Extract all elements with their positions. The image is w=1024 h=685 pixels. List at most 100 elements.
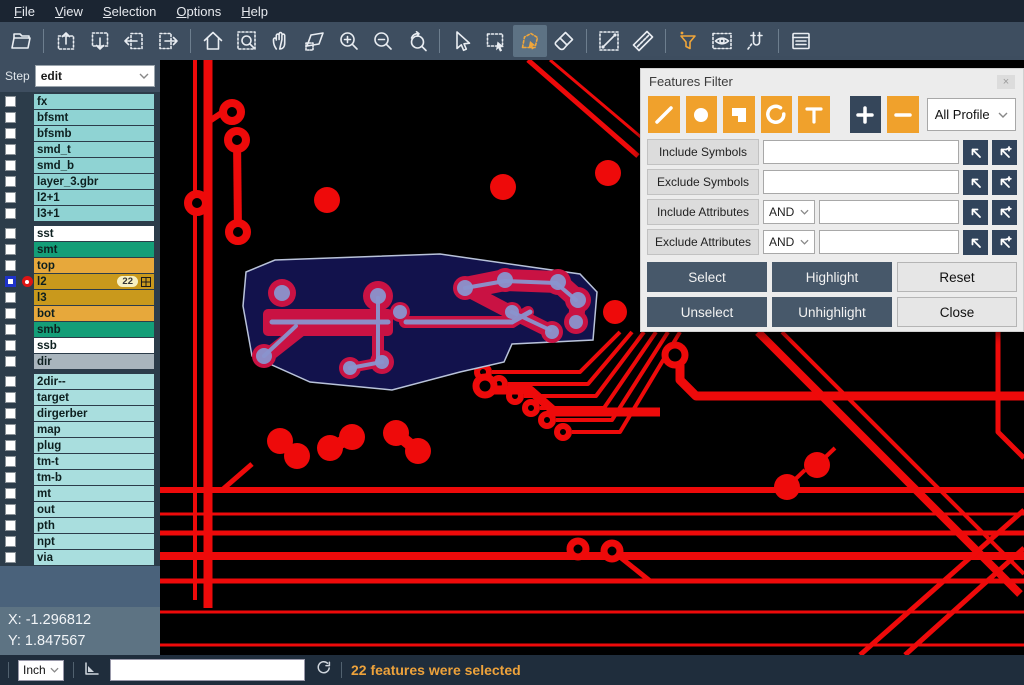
layer-name[interactable]: sst bbox=[34, 226, 154, 241]
dialog-title-bar[interactable]: Features Filter × bbox=[641, 69, 1023, 94]
home-view-button[interactable] bbox=[196, 25, 230, 57]
rect-select-button[interactable] bbox=[479, 25, 513, 57]
highlight-button[interactable]: Highlight bbox=[772, 262, 892, 292]
filter-add-mode-button[interactable] bbox=[850, 96, 882, 133]
layer-name[interactable]: mt bbox=[34, 486, 154, 501]
menu-selection[interactable]: Selection bbox=[93, 4, 166, 19]
filter-arc-button[interactable] bbox=[761, 96, 793, 133]
layer-active-indicator[interactable] bbox=[20, 110, 34, 125]
layer-name[interactable]: fx bbox=[34, 94, 154, 109]
layer-row-smb[interactable]: smb bbox=[0, 322, 160, 337]
layer-active-indicator[interactable] bbox=[20, 158, 34, 173]
layer-visibility-checkbox[interactable] bbox=[0, 206, 20, 221]
layer-row-bfsmb[interactable]: bfsmb bbox=[0, 126, 160, 141]
profile-dropdown[interactable]: All Profile bbox=[927, 98, 1016, 131]
layer-active-indicator[interactable] bbox=[20, 206, 34, 221]
dialog-close-button[interactable]: × bbox=[997, 75, 1015, 89]
filter-row-label-button[interactable]: Exclude Attributes bbox=[647, 229, 759, 255]
layer-row-via[interactable]: via bbox=[0, 550, 160, 565]
layer-visibility-checkbox[interactable] bbox=[0, 110, 20, 125]
layer-row-layer_3.gbr[interactable]: layer_3.gbr bbox=[0, 174, 160, 189]
layer-row-target[interactable]: target bbox=[0, 390, 160, 405]
filter-line-button[interactable] bbox=[648, 96, 680, 133]
pick-add-from-graphics-button[interactable] bbox=[992, 230, 1017, 255]
step-dropdown[interactable]: edit bbox=[35, 65, 155, 87]
layer-row-pth[interactable]: pth bbox=[0, 518, 160, 533]
layer-name[interactable]: tm-b bbox=[34, 470, 154, 485]
layer-visibility-checkbox[interactable] bbox=[0, 290, 20, 305]
layer-visibility-checkbox[interactable] bbox=[0, 390, 20, 405]
filter-value-input[interactable] bbox=[763, 170, 959, 194]
layer-visibility-checkbox[interactable] bbox=[0, 258, 20, 273]
clean-button[interactable] bbox=[547, 25, 581, 57]
layer-row-dirgerber[interactable]: dirgerber bbox=[0, 406, 160, 421]
layer-visibility-checkbox[interactable] bbox=[0, 126, 20, 141]
pan-button[interactable] bbox=[264, 25, 298, 57]
layer-active-indicator[interactable] bbox=[20, 374, 34, 389]
layer-active-indicator[interactable] bbox=[20, 258, 34, 273]
layer-name[interactable]: ssb bbox=[34, 338, 154, 353]
unhighlight-button[interactable]: Unhighlight bbox=[772, 297, 892, 327]
filter-surface-button[interactable] bbox=[723, 96, 755, 133]
layer-row-l2+1[interactable]: l2+1 bbox=[0, 190, 160, 205]
layer-visibility-checkbox[interactable] bbox=[0, 534, 20, 549]
layer-active-indicator[interactable] bbox=[20, 406, 34, 421]
layer-row-bot[interactable]: bot bbox=[0, 306, 160, 321]
layer-name[interactable]: dir bbox=[34, 354, 154, 369]
open-button[interactable] bbox=[4, 25, 38, 57]
layer-name[interactable]: out bbox=[34, 502, 154, 517]
layer-name[interactable]: bfsmb bbox=[34, 126, 154, 141]
layer-name[interactable]: top bbox=[34, 258, 154, 273]
layer-active-indicator[interactable] bbox=[20, 142, 34, 157]
layer-row-smd_t[interactable]: smd_t bbox=[0, 142, 160, 157]
pick-from-graphics-button[interactable] bbox=[963, 230, 988, 255]
layer-name[interactable]: plug bbox=[34, 438, 154, 453]
polygon-select-button[interactable] bbox=[513, 25, 547, 57]
layer-active-indicator[interactable] bbox=[20, 322, 34, 337]
zoom-out-button[interactable] bbox=[366, 25, 400, 57]
layer-name[interactable]: tm-t bbox=[34, 454, 154, 469]
layer-name[interactable]: via bbox=[34, 550, 154, 565]
filter-row-label-button[interactable]: Include Attributes bbox=[647, 199, 759, 225]
close-button[interactable]: Close bbox=[897, 297, 1017, 327]
layer-name[interactable]: 2dir-- bbox=[34, 374, 154, 389]
layer-row-tm-t[interactable]: tm-t bbox=[0, 454, 160, 469]
filter-value-input[interactable] bbox=[763, 140, 959, 164]
layer-active-indicator[interactable] bbox=[20, 338, 34, 353]
select-button[interactable]: Select bbox=[647, 262, 767, 292]
layer-visibility-checkbox[interactable] bbox=[0, 322, 20, 337]
pick-from-graphics-button[interactable] bbox=[963, 200, 988, 225]
select-arrow-button[interactable] bbox=[445, 25, 479, 57]
shift-right-button[interactable] bbox=[151, 25, 185, 57]
shift-left-button[interactable] bbox=[117, 25, 151, 57]
layer-visibility-checkbox[interactable] bbox=[0, 406, 20, 421]
pick-add-from-graphics-button[interactable] bbox=[992, 170, 1017, 195]
layer-row-smd_b[interactable]: smd_b bbox=[0, 158, 160, 173]
import-down-button[interactable] bbox=[83, 25, 117, 57]
unselect-button[interactable]: Unselect bbox=[647, 297, 767, 327]
layer-visibility-checkbox[interactable] bbox=[0, 158, 20, 173]
units-dropdown[interactable]: Inch bbox=[18, 660, 64, 681]
zoom-polygon-button[interactable] bbox=[298, 25, 332, 57]
menu-help[interactable]: Help bbox=[231, 4, 278, 19]
layer-row-l3[interactable]: l3 bbox=[0, 290, 160, 305]
layer-row-out[interactable]: out bbox=[0, 502, 160, 517]
layer-active-indicator[interactable] bbox=[20, 486, 34, 501]
layer-row-ssb[interactable]: ssb bbox=[0, 338, 160, 353]
layer-name[interactable]: l3 bbox=[34, 290, 154, 305]
layer-visibility-checkbox[interactable] bbox=[0, 226, 20, 241]
export-up-button[interactable] bbox=[49, 25, 83, 57]
layer-row-map[interactable]: map bbox=[0, 422, 160, 437]
zoom-window-button[interactable] bbox=[230, 25, 264, 57]
ruler-button[interactable] bbox=[626, 25, 660, 57]
layer-active-indicator[interactable] bbox=[20, 438, 34, 453]
layer-visibility-checkbox[interactable] bbox=[0, 518, 20, 533]
view-options-button[interactable] bbox=[705, 25, 739, 57]
layer-name[interactable]: smt bbox=[34, 242, 154, 257]
layer-visibility-checkbox[interactable] bbox=[0, 338, 20, 353]
layer-name[interactable]: smd_b bbox=[34, 158, 154, 173]
layer-visibility-checkbox[interactable] bbox=[0, 142, 20, 157]
filter-row-label-button[interactable]: Include Symbols bbox=[647, 139, 759, 165]
layer-visibility-checkbox[interactable] bbox=[0, 470, 20, 485]
layer-active-indicator[interactable] bbox=[20, 290, 34, 305]
